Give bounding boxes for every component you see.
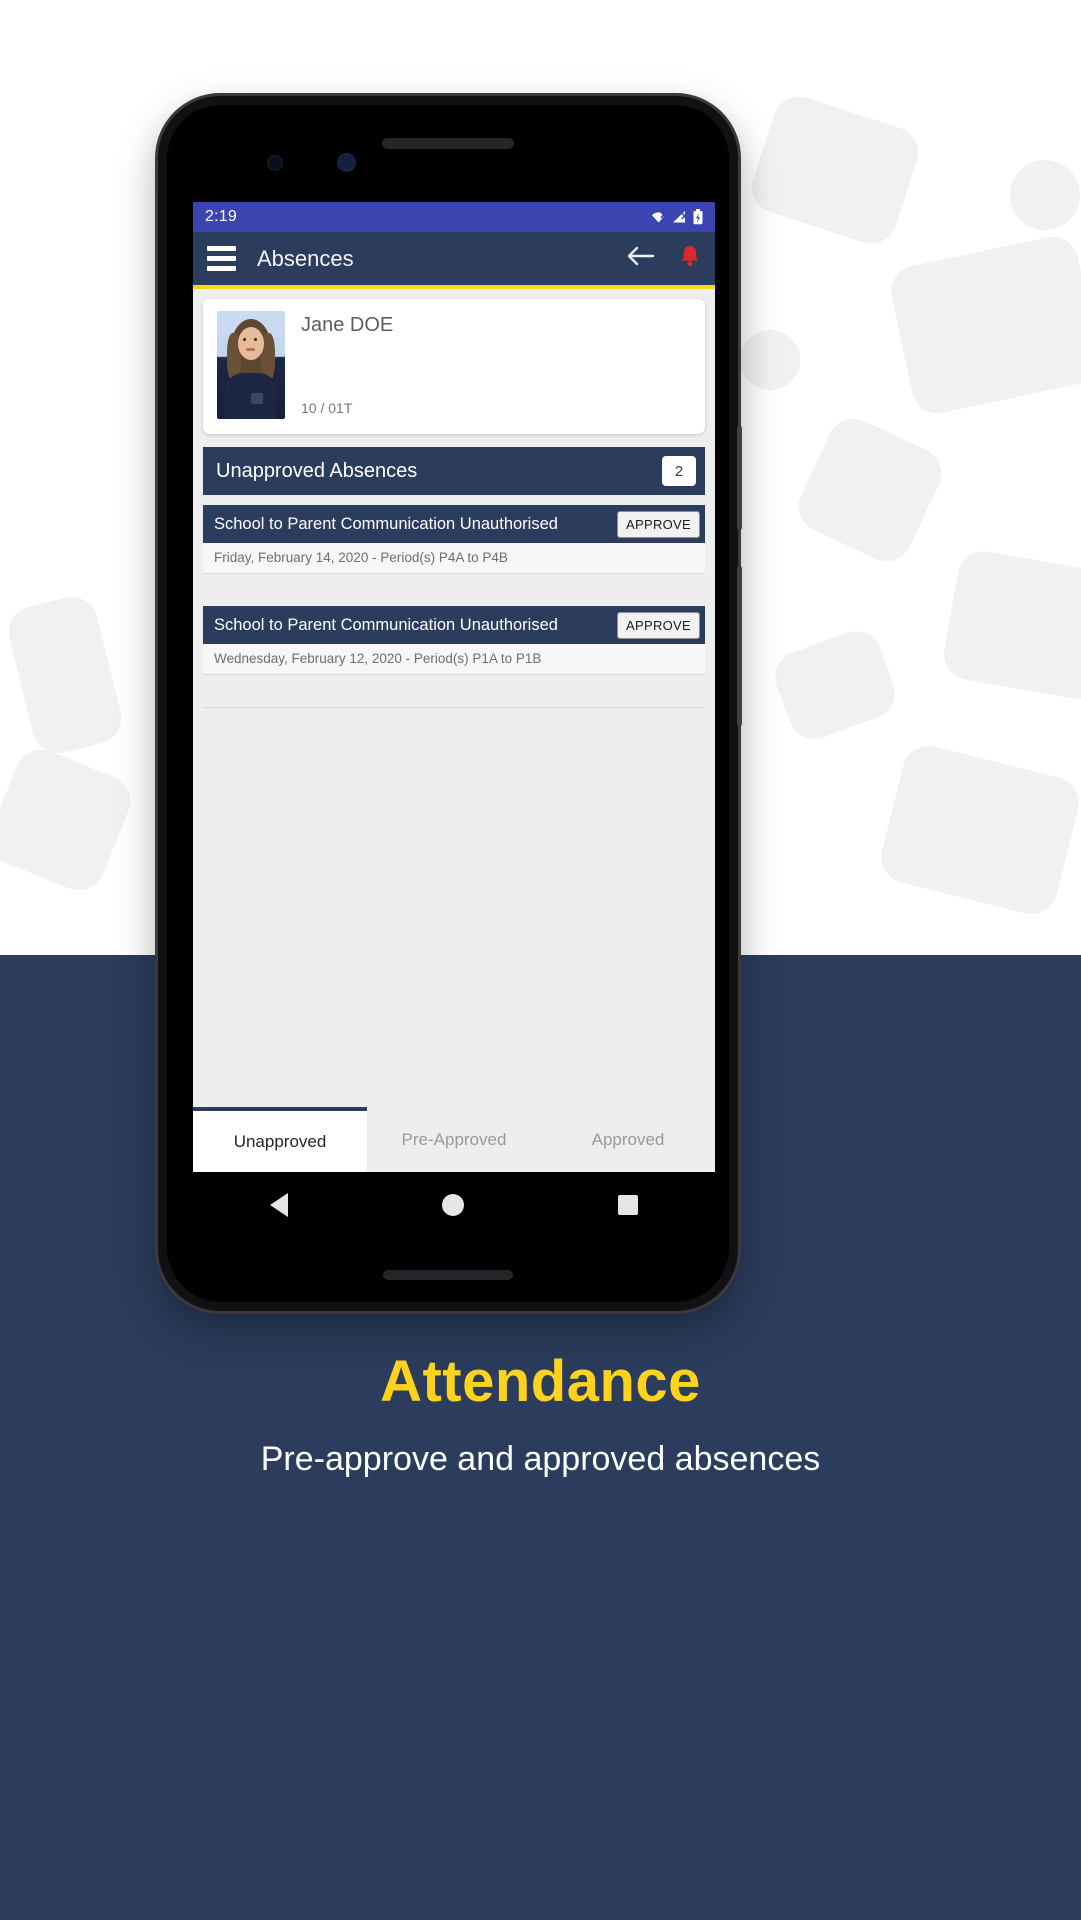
- tab-pre-approved[interactable]: Pre-Approved: [367, 1107, 541, 1172]
- status-bar: 2:19: [193, 202, 715, 232]
- absence-date: Friday, February 14, 2020 - Period(s) P4…: [203, 543, 705, 574]
- absence-date: Wednesday, February 12, 2020 - Period(s)…: [203, 644, 705, 675]
- section-title: Unapproved Absences: [216, 459, 418, 482]
- phone-mockup: 2:19 Absences Jane DOE 10 / 01T Unapprov…: [158, 96, 742, 1311]
- nav-back-icon[interactable]: [270, 1192, 288, 1217]
- section-header-unapproved-absences: Unapproved Absences 2: [203, 447, 705, 495]
- absence-reason: School to Parent Communication Unauthori…: [214, 514, 558, 533]
- status-icons: [650, 209, 703, 225]
- tab-unapproved[interactable]: Unapproved: [193, 1107, 367, 1172]
- app-bar-actions: [626, 244, 701, 273]
- android-nav-bar: [193, 1172, 715, 1237]
- absence-reason: School to Parent Communication Unauthori…: [214, 615, 558, 634]
- bottom-speaker: [383, 1270, 513, 1280]
- nav-recents-icon[interactable]: [618, 1194, 638, 1215]
- list-item[interactable]: School to Parent Communication Unauthori…: [203, 505, 705, 574]
- approve-button[interactable]: APPROVE: [617, 611, 700, 639]
- back-arrow-icon[interactable]: [626, 245, 655, 272]
- approve-button[interactable]: APPROVE: [617, 510, 700, 538]
- promo-subheadline: Pre-approve and approved absences: [260, 1440, 821, 1478]
- phone-bezel: 2:19 Absences Jane DOE 10 / 01T Unapprov…: [167, 105, 729, 1302]
- student-info: Jane DOE 10 / 01T: [301, 311, 691, 422]
- content-area: Jane DOE 10 / 01T Unapproved Absences 2 …: [193, 289, 715, 1107]
- absence-header: School to Parent Communication Unauthori…: [203, 606, 705, 644]
- hamburger-menu-icon[interactable]: [207, 246, 236, 271]
- tab-approved[interactable]: Approved: [541, 1107, 715, 1172]
- nav-home-icon[interactable]: [442, 1193, 464, 1216]
- phone-screen: 2:19 Absences Jane DOE 10 / 01T Unapprov…: [193, 202, 715, 1172]
- absence-header: School to Parent Communication Unauthori…: [203, 505, 705, 543]
- front-camera-icon: [337, 153, 356, 172]
- status-time: 2:19: [205, 208, 237, 225]
- app-bar: Absences: [193, 232, 715, 285]
- power-button[interactable]: [737, 426, 742, 530]
- student-name: Jane DOE: [301, 314, 394, 336]
- tab-bar: Unapproved Pre-Approved Approved: [193, 1107, 715, 1172]
- avatar: [217, 311, 285, 419]
- student-class: 10 / 01T: [301, 400, 353, 416]
- earpiece-speaker: [382, 138, 514, 149]
- page-title: Absences: [257, 245, 354, 271]
- status-badge: 2: [662, 456, 696, 486]
- divider: [203, 707, 705, 708]
- promo-headline: Attendance: [380, 1349, 701, 1414]
- list-item[interactable]: School to Parent Communication Unauthori…: [203, 606, 705, 675]
- student-card[interactable]: Jane DOE 10 / 01T: [203, 299, 705, 434]
- volume-button[interactable]: [737, 566, 742, 726]
- sensor-icon: [267, 155, 283, 171]
- bell-icon[interactable]: [679, 244, 701, 273]
- battery-icon: [693, 209, 703, 225]
- wifi-off-icon: [652, 211, 667, 223]
- signal-off-icon: [673, 211, 688, 223]
